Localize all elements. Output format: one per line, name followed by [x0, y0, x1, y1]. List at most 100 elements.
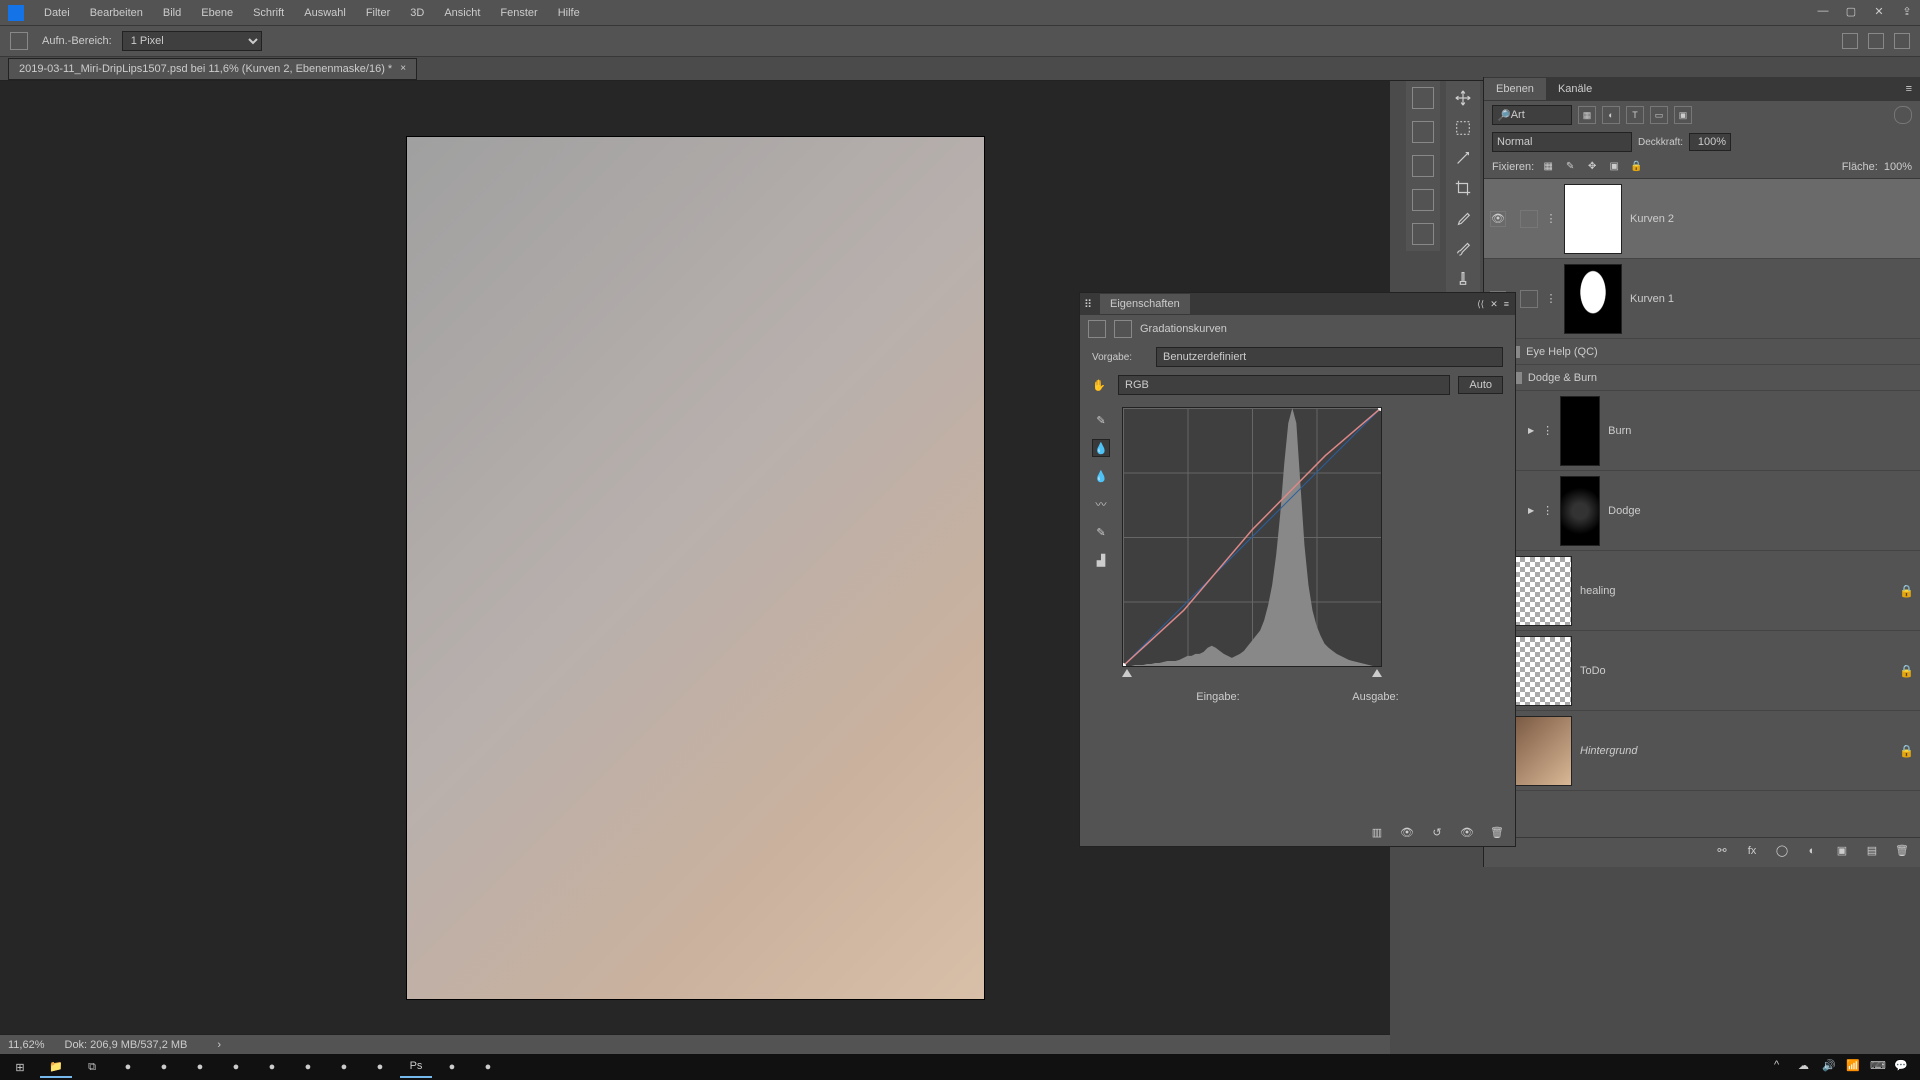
curve-graph[interactable] — [1122, 407, 1382, 667]
filter-pixel-icon[interactable]: ▦ — [1578, 106, 1596, 124]
adjustment-icon[interactable] — [1520, 290, 1538, 308]
menu-bearbeiten[interactable]: Bearbeiten — [80, 3, 153, 23]
adjustment-layer-icon[interactable]: ◐ — [1804, 843, 1820, 859]
layer-thumb[interactable] — [1514, 636, 1572, 706]
network-icon[interactable]: 📶 — [1846, 1059, 1862, 1075]
app-icon-3[interactable]: ● — [184, 1056, 216, 1078]
disclosure-icon[interactable]: ▶ — [1528, 426, 1534, 435]
mask-thumb[interactable] — [1560, 396, 1600, 466]
app-icon-2[interactable]: ● — [148, 1056, 180, 1078]
layer-kurven-1[interactable]: ⋮ Kurven 1 — [1484, 259, 1920, 339]
photoshop-icon[interactable]: Ps — [400, 1056, 432, 1078]
panel-icon-3[interactable] — [1412, 155, 1434, 177]
panel-icon-5[interactable] — [1412, 223, 1434, 245]
auto-button[interactable]: Auto — [1458, 376, 1503, 394]
task-view-icon[interactable]: ⧉ — [76, 1056, 108, 1078]
layer-thumb[interactable] — [1514, 716, 1572, 786]
filter-shape-icon[interactable]: ▭ — [1650, 106, 1668, 124]
filter-adjust-icon[interactable]: ◐ — [1602, 106, 1620, 124]
layer-dodge[interactable]: ▶ ⋮ Dodge — [1484, 471, 1920, 551]
channel-select[interactable]: RGB — [1118, 375, 1450, 395]
marquee-icon[interactable] — [1452, 117, 1474, 139]
move-icon[interactable] — [1452, 87, 1474, 109]
wand-icon[interactable] — [1452, 147, 1474, 169]
start-icon[interactable]: ⊞ — [4, 1056, 36, 1078]
document-tab[interactable]: 2019-03-11_Miri-DripLips1507.psd bei 11,… — [8, 58, 417, 80]
delete-icon[interactable]: 🗑 — [1894, 843, 1910, 859]
app-icon-8[interactable]: ● — [364, 1056, 396, 1078]
app-icon-9[interactable]: ● — [436, 1056, 468, 1078]
maximize-icon[interactable]: ▢ — [1844, 4, 1858, 18]
tab-kanaele[interactable]: Kanäle — [1546, 78, 1604, 100]
layer-healing[interactable]: healing 🔒 — [1484, 551, 1920, 631]
menu-ebene[interactable]: Ebene — [191, 3, 243, 23]
targeted-adjust-icon[interactable]: ✋ — [1092, 379, 1110, 392]
filter-type-icon[interactable]: T — [1626, 106, 1644, 124]
lock-icon[interactable]: 🔒 — [1899, 664, 1914, 678]
layer-burn[interactable]: ▶ ⋮ Burn — [1484, 391, 1920, 471]
fx-icon[interactable]: fx — [1744, 843, 1760, 859]
app-icon-6[interactable]: ● — [292, 1056, 324, 1078]
clip-icon[interactable]: ▥ — [1369, 824, 1385, 840]
app-icon-4[interactable]: ● — [220, 1056, 252, 1078]
adjustment-icon[interactable] — [1520, 210, 1538, 228]
canvas[interactable] — [407, 137, 984, 999]
lock-icon[interactable]: 🔒 — [1899, 584, 1914, 598]
zoom-level[interactable]: 11,62% — [8, 1039, 45, 1051]
tray-up-icon[interactable]: ^ — [1774, 1059, 1790, 1075]
app-icon-5[interactable]: ● — [256, 1056, 288, 1078]
current-tool-icon[interactable] — [10, 32, 28, 50]
crop-icon[interactable] — [1452, 177, 1474, 199]
menu-ansicht[interactable]: Ansicht — [434, 3, 490, 23]
app-icon-1[interactable]: ● — [112, 1056, 144, 1078]
app-icon-7[interactable]: ● — [328, 1056, 360, 1078]
screenmode-icon[interactable] — [1894, 33, 1910, 49]
trash-icon[interactable]: 🗑 — [1489, 824, 1505, 840]
blend-mode-select[interactable]: Normal — [1492, 132, 1632, 152]
brush-icon[interactable] — [1452, 237, 1474, 259]
panel-close-icon[interactable]: ✕ — [1490, 299, 1498, 310]
layer-thumb[interactable] — [1514, 556, 1572, 626]
opacity-value[interactable]: 100% — [1689, 133, 1731, 151]
layer-kurven-2[interactable]: 👁 ⋮ Kurven 2 — [1484, 179, 1920, 259]
lock-nest-icon[interactable]: ▣ — [1606, 159, 1622, 175]
share-icon[interactable]: ⇪ — [1900, 4, 1914, 18]
view-previous-icon[interactable]: 👁 — [1399, 824, 1415, 840]
action-center-icon[interactable]: 💬 — [1894, 1059, 1910, 1075]
eyedropper-gray-icon[interactable]: 💧 — [1092, 467, 1110, 485]
group-eye-help[interactable]: ▶ Eye Help (QC) — [1484, 339, 1920, 365]
group-dodge-burn[interactable]: ▼ Dodge & Burn — [1484, 365, 1920, 391]
group-icon[interactable]: ▣ — [1834, 843, 1850, 859]
panel-menu-icon[interactable]: ≡ — [1898, 83, 1920, 95]
minimize-icon[interactable]: — — [1816, 4, 1830, 18]
menu-fenster[interactable]: Fenster — [490, 3, 547, 23]
lock-icon[interactable]: 🔒 — [1899, 744, 1914, 758]
cloud-icon[interactable]: ☁ — [1798, 1059, 1814, 1075]
panel-icon-1[interactable] — [1412, 87, 1434, 109]
filter-toggle[interactable] — [1894, 106, 1912, 124]
pencil-icon[interactable]: ✎ — [1092, 523, 1110, 541]
layer-hintergrund[interactable]: Hintergrund 🔒 — [1484, 711, 1920, 791]
close-icon[interactable]: ✕ — [1872, 4, 1886, 18]
app-icon-10[interactable]: ● — [472, 1056, 504, 1078]
eyedropper-icon[interactable] — [1452, 207, 1474, 229]
link-layers-icon[interactable]: ⚯ — [1714, 843, 1730, 859]
fill-value[interactable]: 100% — [1884, 161, 1912, 173]
point-tool-icon[interactable]: ✎ — [1092, 411, 1110, 429]
tab-ebenen[interactable]: Ebenen — [1484, 78, 1546, 100]
smooth-icon[interactable]: 〰 — [1092, 495, 1110, 513]
volume-icon[interactable]: 🔊 — [1822, 1059, 1838, 1075]
panel-icon-2[interactable] — [1412, 121, 1434, 143]
lock-pos-icon[interactable]: ✥ — [1584, 159, 1600, 175]
stamp-icon[interactable] — [1452, 267, 1474, 289]
lock-trans-icon[interactable]: ▦ — [1540, 159, 1556, 175]
visibility-icon[interactable]: 👁 — [1490, 211, 1506, 227]
lang-icon[interactable]: ⌨ — [1870, 1059, 1886, 1075]
tab-eigenschaften[interactable]: Eigenschaften — [1100, 294, 1190, 314]
menu-hilfe[interactable]: Hilfe — [548, 3, 590, 23]
eyedropper-black-icon[interactable]: 💧 — [1092, 439, 1110, 457]
tab-close-icon[interactable]: × — [400, 63, 406, 74]
toggle-visibility-icon[interactable]: 👁 — [1459, 824, 1475, 840]
lock-all-icon[interactable]: 🔒 — [1628, 159, 1644, 175]
status-menu-icon[interactable]: › — [217, 1039, 221, 1051]
